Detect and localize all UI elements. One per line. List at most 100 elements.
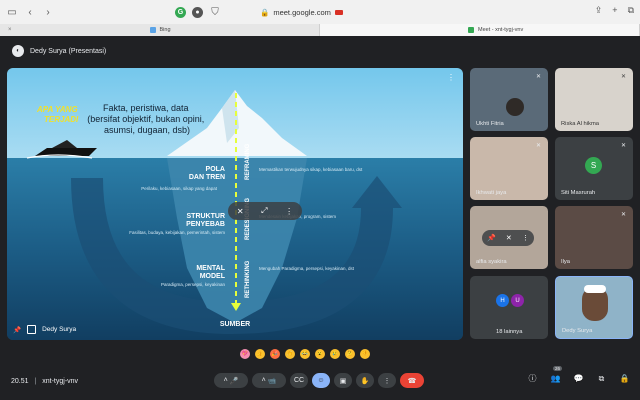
present-icon xyxy=(27,325,37,334)
present-screen-icon: ▣ xyxy=(339,377,347,385)
participant-name: Dedy Surya xyxy=(562,328,593,334)
activities-icon[interactable]: ⧉ xyxy=(596,373,607,384)
camera-recording-icon xyxy=(334,9,343,15)
svg-text:Mengubah Paradigma, persepsi,: Mengubah Paradigma, persepsi, keyakinan,… xyxy=(259,266,355,271)
bing-favicon-icon xyxy=(149,27,156,33)
browser-toolbar: ▭ ‹ › G ● ⛉ 🔒 meet.google.com ⇪ + ⧉ xyxy=(0,0,640,24)
mic-button[interactable]: ˄ 🎤 xyxy=(214,373,248,388)
thumbs-down-icon[interactable]: 👎 xyxy=(360,349,370,359)
tabs-overview-icon[interactable]: ⧉ xyxy=(628,5,634,16)
address-bar[interactable]: 🔒 meet.google.com xyxy=(260,5,343,19)
participant-name: Riska Al hikma xyxy=(561,121,600,127)
svg-text:RETHINKING: RETHINKING xyxy=(245,260,251,298)
tab-bing[interactable]: × Bing xyxy=(0,24,320,36)
others-tile[interactable]: H U 18 lainnya xyxy=(470,276,548,339)
tab-bar: × Bing Meet - xnt-tygj-vnv xyxy=(0,24,640,36)
chevron-up-icon: ˄ xyxy=(223,377,228,384)
surprised-icon[interactable]: 😮 xyxy=(315,349,325,359)
avatar: S xyxy=(585,157,602,174)
extension-icon[interactable]: ● xyxy=(192,6,203,18)
tab-meet[interactable]: Meet - xnt-tygj-vnv xyxy=(320,24,640,36)
svg-text:Memastikan terwujudnya sikap,: Memastikan terwujudnya sikap, kebiasaan … xyxy=(259,167,363,172)
host-controls-icon[interactable]: 🔒 xyxy=(619,373,630,384)
svg-text:REFRAMING: REFRAMING xyxy=(245,143,251,180)
svg-text:SUMBER: SUMBER xyxy=(220,321,250,328)
forward-icon[interactable]: › xyxy=(42,6,54,18)
participant-name: Ilya xyxy=(561,259,571,265)
more-icon[interactable]: ⋮ xyxy=(522,234,529,242)
more-icon[interactable]: ⋮ xyxy=(285,207,293,216)
lock-icon: 🔒 xyxy=(260,7,270,17)
close-tab-icon[interactable]: × xyxy=(8,27,12,33)
self-tile[interactable]: Dedy Surya xyxy=(555,276,633,339)
more-options-button[interactable]: ⋮ xyxy=(378,373,396,388)
participant-tile[interactable]: ✕ Riska Al hikma xyxy=(555,68,633,131)
camera-icon: 📹 xyxy=(267,377,277,385)
chat-icon[interactable]: 💬 xyxy=(573,373,584,384)
participant-name: Siti Masrurah xyxy=(561,190,596,196)
clap-icon[interactable]: 👏 xyxy=(285,349,295,359)
more-options-icon[interactable]: ⋮ xyxy=(447,73,455,82)
avatar: U xyxy=(511,294,524,307)
separator: | xyxy=(34,378,37,385)
sidebar-icon[interactable]: ▭ xyxy=(6,6,18,18)
participant-tile[interactable]: S ✕ Siti Masrurah xyxy=(555,137,633,200)
present-button[interactable]: ▣ xyxy=(334,373,352,388)
call-controls: ˄ 🎤 ˄ 📹 CC ☺ ▣ ✋ ⋮ ☎ xyxy=(214,373,424,388)
svg-text:Fasilitas, budaya, kebijakan,: Fasilitas, budaya, kebijakan, pemerintah… xyxy=(129,230,225,235)
sparkling-heart-icon[interactable]: 💖 xyxy=(240,349,250,359)
meet-favicon-icon xyxy=(468,27,474,33)
back-icon[interactable]: ‹ xyxy=(24,6,36,18)
mic-off-icon[interactable]: ✕ xyxy=(506,234,512,242)
slide-overlay-controls: ✕ ⤢ ⋮ xyxy=(228,202,302,220)
slide-footer-name: Dedy Surya xyxy=(42,326,77,333)
tab-label: Bing xyxy=(159,27,171,33)
new-tab-icon[interactable]: + xyxy=(612,5,617,16)
party-icon[interactable]: 🎉 xyxy=(270,349,280,359)
thinking-icon[interactable]: 🤔 xyxy=(345,349,355,359)
mic-off-icon: ✕ xyxy=(535,74,542,80)
mic-off-icon: ✕ xyxy=(535,143,542,149)
presentation-stage[interactable]: APA YANG TERJADI Fakta, peristiwa, data (… xyxy=(7,68,463,340)
camera-button[interactable]: ˄ 📹 xyxy=(252,373,286,388)
svg-text:STRUKTURPENYEBAB: STRUKTUR PENYEBAB xyxy=(186,213,225,228)
others-count: 18 lainnya xyxy=(496,329,523,335)
reactions-bar: 💖 👍 🎉 👏 😂 😮 😢 🤔 👎 xyxy=(240,349,370,359)
shield-icon[interactable]: ⛉ xyxy=(209,6,221,18)
info-icon[interactable]: ⓘ xyxy=(527,373,538,384)
participant-tile[interactable]: ✕ Ukhti Fitria xyxy=(470,68,548,131)
participant-tile[interactable]: 📌 ✕ ⋮ alfia syakira xyxy=(470,206,548,269)
people-icon[interactable]: 👥 26 xyxy=(550,366,563,384)
fullscreen-icon[interactable]: ⤢ xyxy=(261,206,267,216)
thumbs-up-icon[interactable]: 👍 xyxy=(255,349,265,359)
mic-icon: 🎤 xyxy=(229,377,239,385)
self-cap xyxy=(584,285,606,293)
participant-video xyxy=(506,98,524,116)
slide-footer: 📌 Dedy Surya xyxy=(13,325,76,334)
participant-name: alfia syakira xyxy=(476,259,507,265)
clock: 20.51 xyxy=(11,378,29,385)
captions-icon: CC xyxy=(293,377,305,384)
captions-button[interactable]: CC xyxy=(290,373,308,388)
sad-icon[interactable]: 😢 xyxy=(330,349,340,359)
leave-call-button[interactable]: ☎ xyxy=(400,373,424,388)
pin-icon[interactable]: 📌 xyxy=(13,326,21,334)
avatar: H xyxy=(496,294,509,307)
raise-hand-button[interactable]: ✋ xyxy=(356,373,374,388)
participant-tile[interactable]: ✕ Ilya xyxy=(555,206,633,269)
participant-tile[interactable]: ✕ Ikhwati jaya xyxy=(470,137,548,200)
participant-name: Ukhti Fitria xyxy=(476,121,504,127)
svg-text:Paradigma, persepsi, keyakinan: Paradigma, persepsi, keyakinan xyxy=(161,282,226,287)
meet-header: ◐ Dedy Surya (Presentasi) xyxy=(0,36,640,66)
presenter-avatar-icon: ◐ xyxy=(12,45,24,57)
joy-icon[interactable]: 😂 xyxy=(300,349,310,359)
tab-label: Meet - xnt-tygj-vnv xyxy=(478,27,524,33)
grammarly-icon[interactable]: G xyxy=(175,6,186,18)
pin-icon[interactable]: 📌 xyxy=(487,234,496,242)
emoji-button[interactable]: ☺ xyxy=(312,373,330,388)
mic-off-icon[interactable]: ✕ xyxy=(237,207,244,216)
share-icon[interactable]: ⇪ xyxy=(595,5,603,16)
svg-text:Perilaku, kebiasaan, sikap yan: Perilaku, kebiasaan, sikap yang dapat xyxy=(141,186,218,191)
mic-off-icon: ✕ xyxy=(620,74,627,80)
mic-off-icon: ✕ xyxy=(620,212,627,218)
